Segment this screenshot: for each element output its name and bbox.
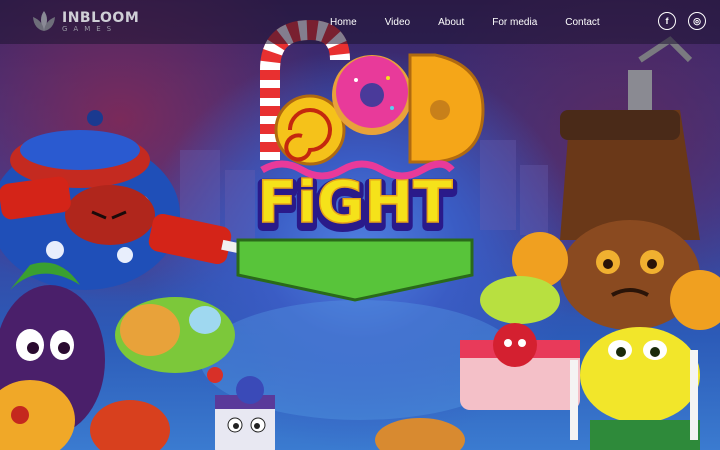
instagram-icon[interactable]: ◎: [688, 12, 706, 30]
logo-fight-text: FiGHT: [257, 168, 453, 236]
nav-about[interactable]: About: [438, 17, 464, 28]
site-header: INBLOOM GAMES Home Video About For media…: [0, 0, 720, 44]
brand-logo[interactable]: INBLOOM GAMES: [30, 8, 139, 36]
nav-for-media[interactable]: For media: [492, 17, 537, 28]
lotus-icon: [30, 9, 58, 35]
nav-contact[interactable]: Contact: [565, 17, 599, 28]
brand-tagline: GAMES: [62, 25, 118, 33]
nav-video[interactable]: Video: [385, 17, 410, 28]
main-nav: Home Video About For media Contact: [330, 0, 628, 44]
brand-name: INBLOOM: [62, 10, 140, 26]
nav-home[interactable]: Home: [330, 17, 357, 28]
facebook-icon[interactable]: f: [658, 12, 676, 30]
game-logo: FiGHT FiGHT: [236, 19, 485, 302]
social-links: f ◎: [646, 12, 706, 30]
hero-background: FiGHT FiGHT: [0, 0, 720, 450]
